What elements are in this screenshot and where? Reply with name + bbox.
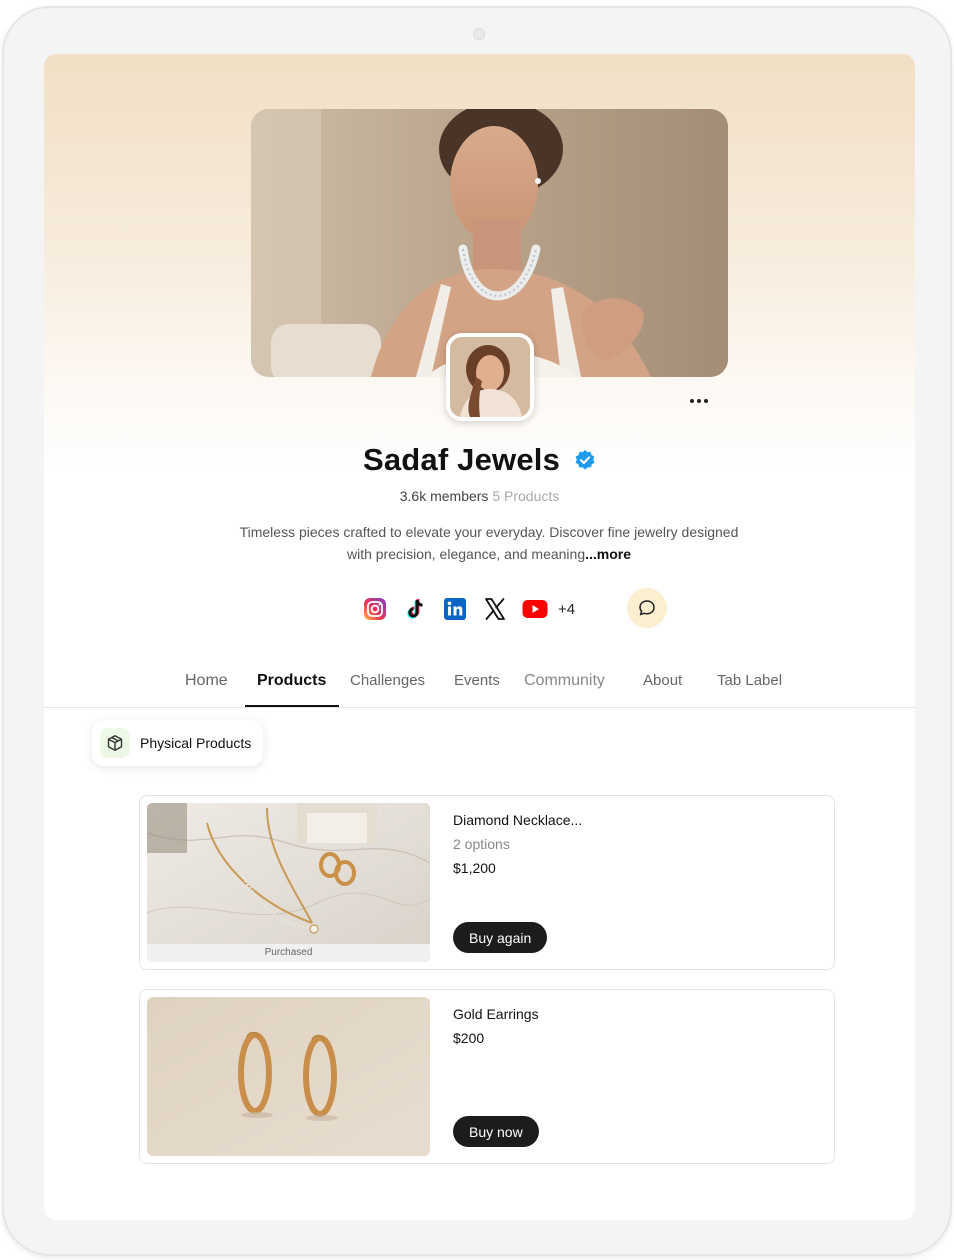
instagram-icon[interactable] [362,596,388,622]
chat-bubble-icon [639,600,655,616]
more-dot [697,399,701,403]
tab-home[interactable]: Home [185,672,228,690]
product-card[interactable]: Purchased Diamond Necklace... 2 options … [139,795,835,970]
camera-dot [473,28,485,40]
product-card[interactable]: Gold Earrings $200 Buy now [139,989,835,1164]
tab-events[interactable]: Events [454,672,500,689]
tablet-frame: Sadaf Jewels 3.6k members 5 Products Tim… [2,6,952,1256]
social-links: +4 [362,594,575,624]
x-icon[interactable] [482,596,508,622]
bio-more-link[interactable]: ...more [585,546,631,562]
filter-chip-label: Physical Products [140,735,252,751]
more-dot [690,399,694,403]
tab-tab-label[interactable]: Tab Label [717,672,782,689]
profile-stats: 3.6k members 5 Products [44,488,915,504]
profile-avatar[interactable] [446,333,534,421]
box-icon [100,728,130,758]
tiktok-icon[interactable] [402,596,428,622]
physical-products-filter[interactable]: Physical Products [92,720,264,766]
more-socials-count[interactable]: +4 [558,601,575,618]
tab-community[interactable]: Community [524,672,605,690]
verified-badge-icon [574,449,596,471]
tab-challenges[interactable]: Challenges [350,672,425,689]
profile-header: Sadaf Jewels [44,442,915,478]
active-tab-indicator [245,705,339,707]
buy-again-button[interactable]: Buy again [453,922,548,953]
profile-name: Sadaf Jewels [362,442,561,477]
bio-text: Timeless pieces crafted to elevate your … [239,524,739,562]
linkedin-icon[interactable] [442,596,468,622]
product-title: Diamond Necklace... [453,812,583,828]
product-title: Gold Earrings [453,1006,539,1022]
profile-tabs: Home Products Challenges Events Communit… [44,664,915,708]
youtube-icon[interactable] [522,596,548,622]
chat-button[interactable] [627,588,667,628]
product-price: $200 [453,1030,485,1046]
product-options: 2 options [453,836,510,852]
profile-bio: Timeless pieces crafted to elevate your … [239,521,739,565]
buy-now-button[interactable]: Buy now [453,1116,539,1147]
product-price: $1,200 [453,860,496,876]
more-options-button[interactable] [684,391,714,411]
tab-about[interactable]: About [643,672,682,689]
tab-products[interactable]: Products [257,672,326,690]
product-image: Purchased [147,803,430,962]
product-image [147,997,430,1156]
app-screen: Sadaf Jewels 3.6k members 5 Products Tim… [44,54,915,1220]
products-count: 5 Products [492,488,560,504]
members-count: 3.6k members [399,488,489,504]
purchased-badge: Purchased [147,944,430,962]
more-dot [704,399,708,403]
